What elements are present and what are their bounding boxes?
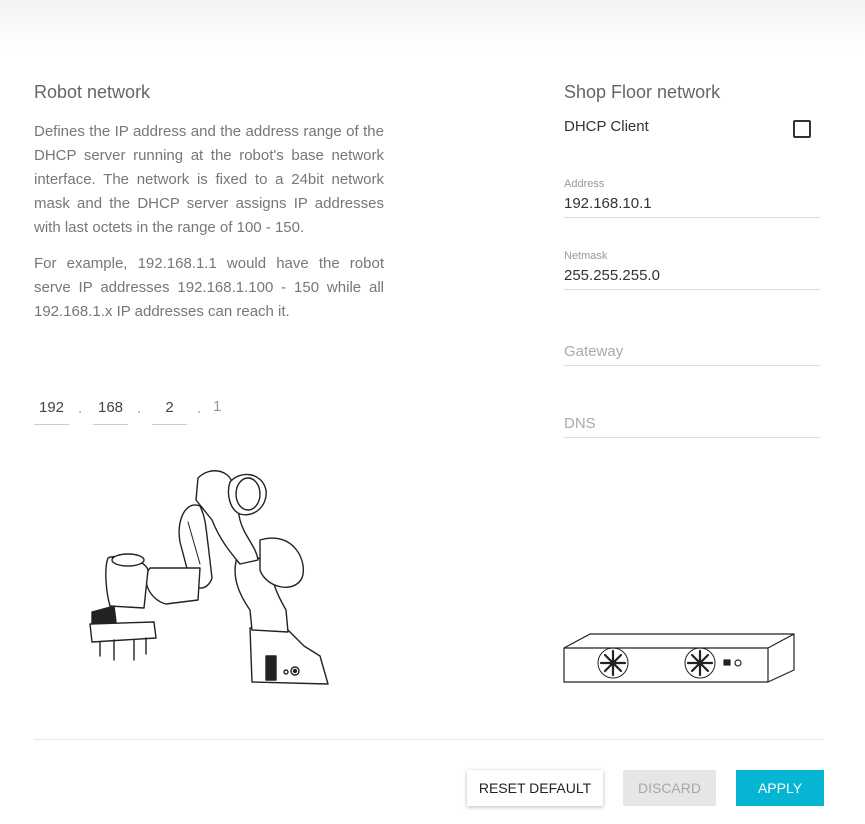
- robot-network-title: Robot network: [34, 82, 151, 102]
- shop-floor-title: Shop Floor network: [564, 82, 721, 102]
- discard-button[interactable]: DISCARD: [623, 770, 716, 806]
- dhcp-client-label: DHCP Client: [564, 118, 649, 135]
- ip-octet-4: 1: [213, 398, 222, 415]
- dns-field[interactable]: DNS: [564, 411, 820, 438]
- robot-network-description: Defines the IP address and the address r…: [34, 120, 384, 336]
- address-field[interactable]: Address 192.168.10.1: [564, 177, 820, 218]
- network-switch-icon: [563, 633, 795, 683]
- top-bar: [0, 0, 865, 50]
- ip-separator: .: [137, 400, 142, 417]
- netmask-field[interactable]: Netmask 255.255.255.0: [564, 249, 820, 290]
- dns-input[interactable]: DNS: [564, 411, 820, 437]
- ip-octet-3-input[interactable]: 2: [152, 396, 187, 425]
- gateway-field[interactable]: Gateway: [564, 339, 820, 366]
- ip-octet-2-input[interactable]: 168: [93, 396, 128, 425]
- reset-default-button[interactable]: RESET DEFAULT: [467, 770, 603, 806]
- footer-divider: [34, 739, 824, 740]
- ip-octet-1-input[interactable]: 192: [34, 396, 69, 425]
- description-paragraph-2: For example, 192.168.1.1 would have the …: [34, 255, 384, 320]
- description-paragraph-1: Defines the IP address and the address r…: [34, 123, 384, 236]
- ip-separator: .: [78, 400, 83, 417]
- netmask-input[interactable]: 255.255.255.0: [564, 263, 820, 289]
- robot-arm-icon: [89, 470, 329, 685]
- gateway-input[interactable]: Gateway: [564, 339, 820, 365]
- address-input[interactable]: 192.168.10.1: [564, 191, 820, 217]
- ip-separator: .: [197, 400, 202, 417]
- apply-button[interactable]: APPLY: [736, 770, 824, 806]
- dhcp-client-checkbox[interactable]: [793, 120, 811, 138]
- address-label: Address: [564, 178, 605, 190]
- netmask-label: Netmask: [564, 250, 608, 262]
